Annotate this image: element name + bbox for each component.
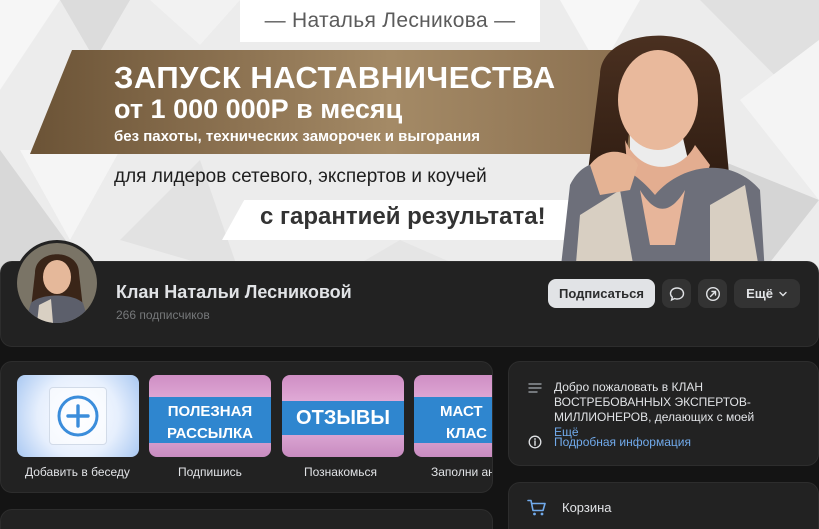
- chevron-down-icon: [779, 291, 787, 296]
- cart-card[interactable]: [508, 482, 819, 529]
- more-label: Ещё: [746, 286, 773, 301]
- add-frame: [49, 387, 107, 445]
- avatar-photo: [17, 243, 97, 323]
- cover-guarantee-text: с гарантией результата!: [260, 203, 546, 230]
- widget-label-fill-form[interactable]: Заполни ан: [431, 465, 492, 479]
- info-circle-icon: [528, 435, 542, 449]
- widget-tile-add-to-chat[interactable]: [17, 375, 139, 457]
- widget-image-text-line: ОТЗЫВЫ: [296, 407, 390, 429]
- group-description: Добро пожаловать в КЛАН ВОСТРЕБОВАННЫХ Э…: [554, 380, 769, 440]
- cover-title-line3: без пахоты, технических заморочек и выго…: [114, 128, 480, 145]
- avatar[interactable]: [14, 240, 100, 326]
- cover-subtitle: для лидеров сетевого, экспертов и коучей: [114, 166, 487, 187]
- share-button[interactable]: [698, 279, 727, 308]
- feed-tabs-card: [0, 509, 493, 529]
- widget-tile-reviews[interactable]: ОТЗЫВЫ: [282, 375, 404, 457]
- widget-label-add-to-chat[interactable]: Добавить в беседу: [25, 465, 130, 479]
- group-name: Клан Натальи Лесниковой: [116, 282, 352, 302]
- cover-image[interactable]: — Наталья Лесникова — ЗАПУСК НАСТАВНИЧЕС…: [0, 0, 819, 275]
- cover-name-banner: — Наталья Лесникова —: [240, 0, 540, 42]
- description-lines-icon: [528, 383, 542, 393]
- cover-name-text: — Наталья Лесникова —: [264, 9, 516, 32]
- more-button[interactable]: Ещё: [734, 279, 800, 308]
- widget-label-subscribe[interactable]: Подпишись: [178, 465, 242, 479]
- share-arrow-icon: [705, 286, 720, 301]
- plus-circle-icon: [57, 395, 99, 437]
- message-button[interactable]: [662, 279, 691, 308]
- widgets-card: Добавить в беседу ПОЛЕЗНАЯ РАССЫЛКА Подп…: [0, 361, 493, 493]
- subscribers-count[interactable]: 266 подписчиков: [116, 308, 210, 322]
- widget-label-get-acquainted[interactable]: Познакомься: [304, 465, 377, 479]
- widget-tile-masterclass[interactable]: МАСТ КЛАС: [414, 375, 492, 457]
- cover-title-line2: от 1 000 000Р в месяц: [114, 94, 403, 124]
- cover-person-photo: [560, 35, 765, 275]
- profile-header: [0, 261, 819, 347]
- cover-title-line1: ЗАПУСК НАСТАВНИЧЕСТВА: [114, 60, 556, 95]
- widget-image-text-line: РАССЫЛКА: [166, 425, 253, 442]
- chat-bubble-icon: [669, 286, 684, 301]
- cart-label[interactable]: Корзина: [562, 500, 612, 515]
- widget-image-text-line: МАСТ: [440, 403, 483, 420]
- subscribe-button[interactable]: Подписаться: [548, 279, 655, 308]
- widget-image-text-line: ПОЛЕЗНАЯ: [167, 403, 253, 420]
- widget-image-text-line: КЛАС: [446, 425, 487, 442]
- widget-tile-newsletter[interactable]: ПОЛЕЗНАЯ РАССЫЛКА: [149, 375, 271, 457]
- description-text: Добро пожаловать в КЛАН ВОСТРЕБОВАННЫХ Э…: [554, 380, 755, 424]
- details-link[interactable]: Подробная информация: [554, 435, 691, 449]
- cart-icon: [527, 499, 546, 516]
